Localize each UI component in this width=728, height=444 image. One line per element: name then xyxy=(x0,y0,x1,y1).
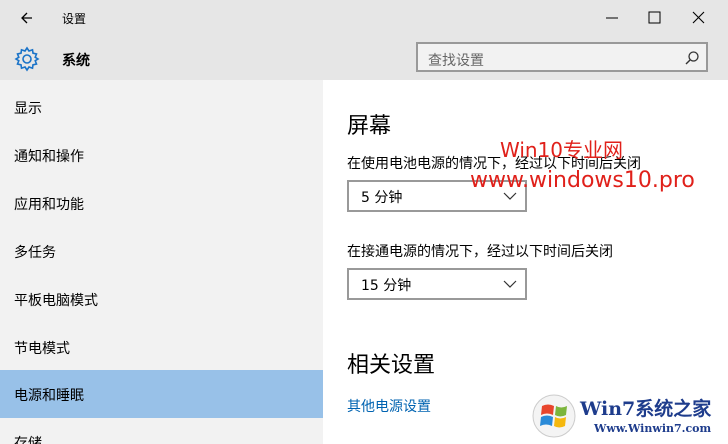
minimize-icon[interactable] xyxy=(590,0,636,36)
logo-text: Win7系统之家 xyxy=(580,398,712,420)
section-title-related: 相关设置 xyxy=(347,353,436,378)
sidebar-item-label: 显示 xyxy=(14,101,42,117)
sidebar: 显示 通知和操作 应用和功能 多任务 平板电脑模式 节电模式 电源和睡眠 存储 xyxy=(0,80,323,444)
sidebar-item-label: 通知和操作 xyxy=(14,149,84,165)
sidebar-item-label: 平板电脑模式 xyxy=(14,293,98,309)
maximize-icon[interactable] xyxy=(632,0,678,36)
sidebar-item-label: 存储 xyxy=(14,436,42,444)
sidebar-item-tablet-mode[interactable]: 平板电脑模式 xyxy=(0,275,323,323)
additional-power-settings-link[interactable]: 其他电源设置 xyxy=(347,396,431,416)
dropdown-value: 5 分钟 xyxy=(361,190,403,206)
search-icon[interactable] xyxy=(684,50,700,66)
watermark-text: Win10专业网 xyxy=(500,138,624,162)
sidebar-item-battery-saver[interactable]: 节电模式 xyxy=(0,323,323,371)
back-arrow-icon[interactable] xyxy=(14,6,40,30)
sidebar-item-apps[interactable]: 应用和功能 xyxy=(0,179,323,227)
sidebar-item-label: 节电模式 xyxy=(14,341,70,357)
sidebar-item-notifications[interactable]: 通知和操作 xyxy=(0,131,323,179)
dropdown-value: 15 分钟 xyxy=(361,278,412,294)
chevron-down-icon xyxy=(503,280,517,288)
sidebar-item-label: 电源和睡眠 xyxy=(14,388,84,404)
logo-url: Www.Winwin7.com xyxy=(594,422,712,435)
section-title-screen: 屏幕 xyxy=(347,114,392,139)
search-input[interactable]: 查找设置 xyxy=(416,42,708,72)
search-placeholder: 查找设置 xyxy=(428,53,484,69)
window-title: 设置 xyxy=(62,12,87,26)
close-icon[interactable] xyxy=(676,0,722,36)
sidebar-item-storage[interactable]: 存储 xyxy=(0,418,323,444)
watermark-url: www.windows10.pro xyxy=(470,168,695,193)
plugged-timeout-label: 在接通电源的情况下，经过以下时间后关闭 xyxy=(347,244,613,260)
plugged-timeout-select[interactable]: 15 分钟 xyxy=(347,268,527,300)
page-title: 系统 xyxy=(62,53,90,69)
gear-icon xyxy=(14,46,40,72)
sidebar-item-label: 多任务 xyxy=(14,245,56,261)
sidebar-item-label: 应用和功能 xyxy=(14,197,84,213)
sidebar-item-display[interactable]: 显示 xyxy=(0,83,323,131)
sidebar-item-multitasking[interactable]: 多任务 xyxy=(0,227,323,275)
sidebar-item-power-sleep[interactable]: 电源和睡眠 xyxy=(0,370,323,418)
